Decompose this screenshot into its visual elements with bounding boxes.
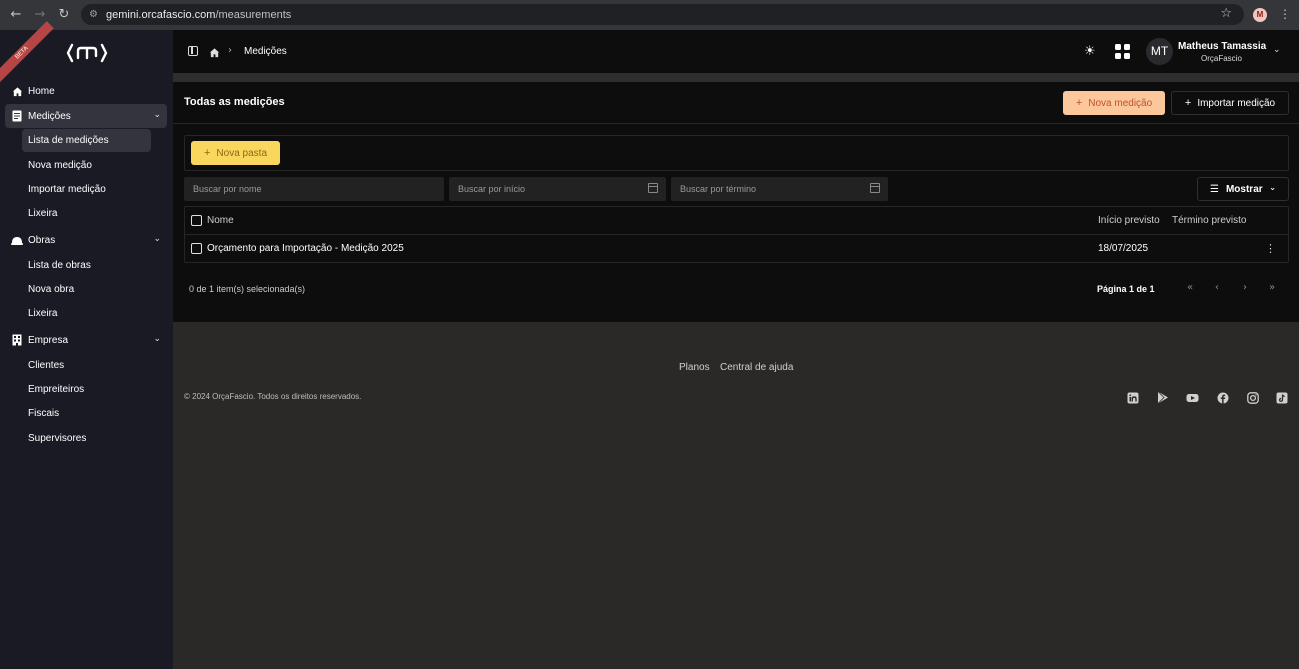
sidebar-item-fiscais[interactable]: Fiscais xyxy=(22,402,151,425)
sidebar-item-home[interactable]: Home xyxy=(5,79,167,103)
app-logo[interactable] xyxy=(66,42,108,64)
table-row[interactable]: Orçamento para Importação - Medição 2025… xyxy=(185,235,1288,263)
table-header-row: Nome Início previsto Término previsto xyxy=(185,207,1288,235)
divider xyxy=(173,123,1299,124)
breadcrumb-current[interactable]: Medições xyxy=(244,46,287,57)
copyright: © 2024 OrçaFascio. Todos os direitos res… xyxy=(184,392,362,401)
column-header-name[interactable]: Nome xyxy=(207,215,234,226)
reload-icon[interactable]: ↻ xyxy=(56,7,72,23)
chevron-down-icon[interactable]: ⌄ xyxy=(1273,45,1281,55)
sidebar-item-lixeira-medicoes[interactable]: Lixeira xyxy=(22,202,151,225)
last-page-icon[interactable]: » xyxy=(1269,282,1275,293)
previous-page-icon[interactable]: ‹ xyxy=(1215,282,1219,293)
search-start-date-input[interactable]: Buscar por início xyxy=(449,177,666,201)
search-name-input[interactable]: Buscar por nome xyxy=(184,177,444,201)
sidebar-group-medicoes[interactable]: Medições ⌄ xyxy=(5,104,167,128)
show-columns-button[interactable]: ☰ Mostrar ⌄ xyxy=(1197,177,1289,201)
page-title: Todas as medições xyxy=(184,96,285,108)
user-avatar[interactable]: MT xyxy=(1146,38,1173,65)
footer: Planos Central de ajuda © 2024 OrçaFasci… xyxy=(173,322,1299,669)
sliders-icon: ☰ xyxy=(1210,183,1219,195)
user-name[interactable]: Matheus Tamassia xyxy=(1178,41,1266,52)
folder-area: + Nova pasta xyxy=(184,135,1289,171)
home-icon xyxy=(11,85,23,97)
site-info-icon[interactable]: ⚙ xyxy=(89,9,103,20)
youtube-icon[interactable] xyxy=(1186,391,1199,404)
google-play-icon[interactable] xyxy=(1156,391,1169,404)
home-icon[interactable] xyxy=(209,45,220,63)
sidebar-item-nova-medicao[interactable]: Nova medição xyxy=(22,154,151,177)
document-icon xyxy=(11,110,23,122)
plus-icon: + xyxy=(203,147,211,159)
row-start-date: 18/07/2025 xyxy=(1098,243,1149,254)
measurements-table: Nome Início previsto Término previsto Or… xyxy=(184,206,1289,263)
row-checkbox[interactable] xyxy=(191,243,202,254)
sidebar-item-clientes[interactable]: Clientes xyxy=(22,354,151,377)
chevron-down-icon: ⌄ xyxy=(153,334,161,344)
url-text: gemini.orcafascio.com/measurements xyxy=(106,8,292,21)
selection-count: 0 de 1 item(s) selecionada(s) xyxy=(189,284,306,294)
calendar-icon[interactable] xyxy=(648,183,658,193)
new-measurement-button[interactable]: + Nova medição xyxy=(1063,91,1165,115)
calendar-icon[interactable] xyxy=(870,183,880,193)
main-content: Todas as medições + Nova medição + Importa… xyxy=(173,82,1299,322)
footer-link-help[interactable]: Central de ajuda xyxy=(720,362,793,373)
instagram-icon[interactable] xyxy=(1246,391,1259,404)
sidebar-group-obras[interactable]: Obras ⌄ xyxy=(5,228,167,252)
building-icon xyxy=(11,334,23,346)
divider-strip xyxy=(173,73,1299,82)
sidebar-item-lista-obras[interactable]: Lista de obras xyxy=(22,254,151,277)
next-page-icon[interactable]: › xyxy=(1243,282,1247,293)
profile-avatar[interactable]: M xyxy=(1253,8,1267,22)
sidebar: BETA Home Medições ⌄ Lista de medições N… xyxy=(0,21,173,669)
sidebar-item-supervisores[interactable]: Supervisores xyxy=(22,427,151,450)
row-actions-icon[interactable]: ⋮ xyxy=(1265,242,1276,255)
sidebar-item-nova-obra[interactable]: Nova obra xyxy=(22,278,151,301)
chevron-right-icon: › xyxy=(228,45,232,56)
helmet-icon xyxy=(11,234,23,246)
row-name[interactable]: Orçamento para Importação - Medição 2025 xyxy=(207,243,404,254)
chevron-down-icon: ⌄ xyxy=(153,110,161,120)
back-icon[interactable]: ← xyxy=(8,7,24,23)
address-bar[interactable]: ⚙ gemini.orcafascio.com/measurements ☆ xyxy=(81,4,1244,25)
first-page-icon[interactable]: « xyxy=(1187,282,1193,293)
top-bar: › Medições ☀ MT Matheus Tamassia OrçaFas… xyxy=(173,30,1299,73)
sidebar-item-empreiteiros[interactable]: Empreiteiros xyxy=(22,378,151,401)
pagination-info: Página 1 de 1 xyxy=(1097,284,1155,294)
new-folder-button[interactable]: + Nova pasta xyxy=(191,141,280,165)
search-end-date-input[interactable]: Buscar por término xyxy=(671,177,888,201)
sidebar-item-lista-medicoes[interactable]: Lista de medições xyxy=(22,129,151,152)
apps-grid-icon[interactable] xyxy=(1115,44,1130,59)
tiktok-icon[interactable] xyxy=(1275,391,1288,404)
browser-menu-icon[interactable]: ⋮ xyxy=(1279,7,1291,21)
footer-link-plans[interactable]: Planos xyxy=(679,362,710,373)
chevron-down-icon: ⌄ xyxy=(1269,183,1276,192)
sidebar-toggle-icon[interactable] xyxy=(188,46,198,56)
import-measurement-button[interactable]: + Importar medição xyxy=(1171,91,1289,115)
column-header-start[interactable]: Início previsto xyxy=(1098,215,1160,226)
chevron-down-icon: ⌄ xyxy=(153,234,161,244)
column-header-end[interactable]: Término previsto xyxy=(1172,215,1246,226)
linkedin-icon[interactable] xyxy=(1126,391,1139,404)
sidebar-item-importar-medicao[interactable]: Importar medição xyxy=(22,178,151,201)
plus-icon: + xyxy=(1184,97,1192,109)
sidebar-item-lixeira-obras[interactable]: Lixeira xyxy=(22,302,151,325)
bookmark-star-icon[interactable]: ☆ xyxy=(1220,6,1232,21)
plus-icon: + xyxy=(1075,97,1083,109)
select-all-checkbox[interactable] xyxy=(191,215,202,226)
sidebar-group-empresa[interactable]: Empresa ⌄ xyxy=(5,328,167,352)
browser-toolbar: ← → ↻ ⚙ gemini.orcafascio.com/measuremen… xyxy=(0,0,1299,30)
user-organization: OrçaFascio xyxy=(1201,54,1242,63)
beta-ribbon: BETA xyxy=(0,21,54,85)
theme-toggle-icon[interactable]: ☀ xyxy=(1084,44,1096,59)
facebook-icon[interactable] xyxy=(1216,391,1229,404)
